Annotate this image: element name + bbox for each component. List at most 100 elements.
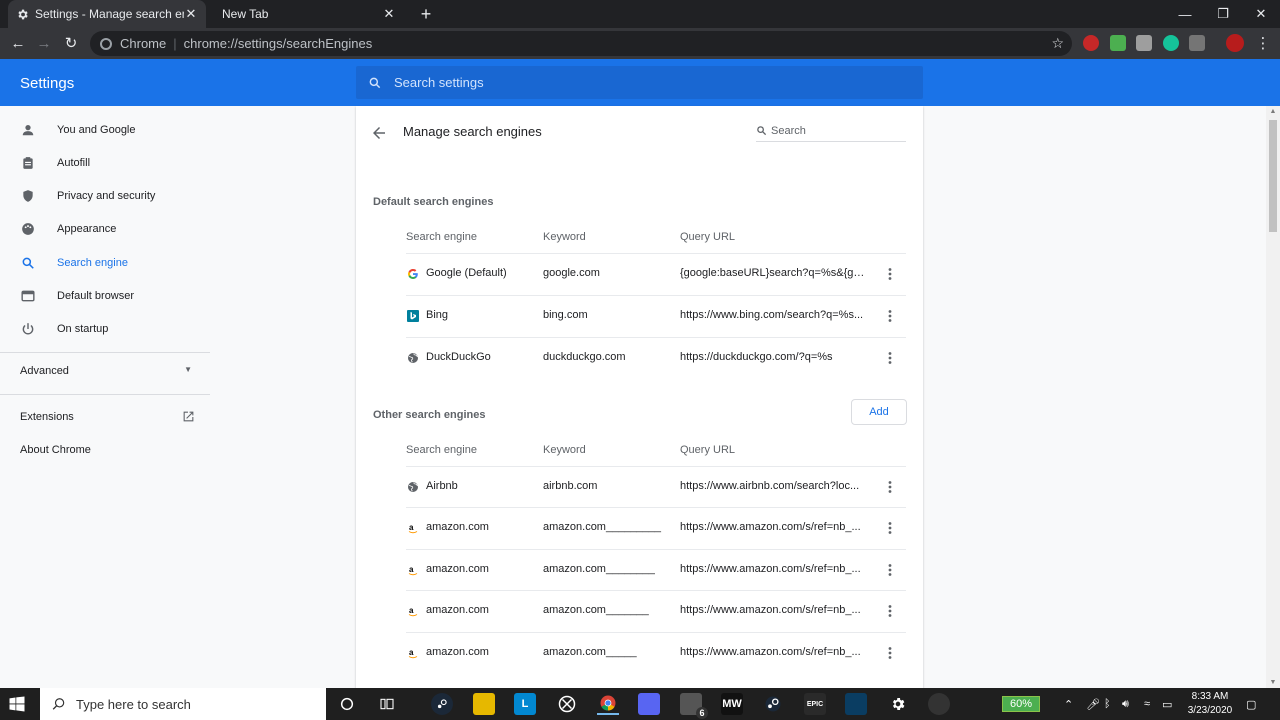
clock-date: 3/23/2020: [1187, 705, 1233, 716]
about-label: About Chrome: [20, 444, 91, 456]
maximize-button[interactable]: ❐: [1204, 0, 1242, 28]
taskbar-app-icon[interactable]: 6: [680, 693, 708, 719]
sidebar-item-privacy[interactable]: Privacy and security: [0, 180, 210, 212]
sidebar-about-chrome[interactable]: About Chrome: [20, 444, 91, 456]
browser-icon: [20, 288, 36, 304]
table-row: a amazon.com amazon.com_______ https://w…: [406, 590, 906, 631]
amazon-icon: a: [406, 604, 420, 618]
back-arrow-icon[interactable]: [370, 124, 388, 142]
task-view-icon[interactable]: [376, 693, 398, 715]
taskbar-search-box[interactable]: Type here to search: [40, 688, 326, 720]
extension-icon[interactable]: [1136, 35, 1152, 51]
volume-icon[interactable]: 🔊︎: [1122, 688, 1129, 720]
sidebar-item-label: Autofill: [57, 157, 91, 169]
back-icon[interactable]: ←: [7, 32, 29, 54]
scroll-up-icon[interactable]: ▲: [1269, 108, 1277, 115]
wifi-icon[interactable]: ≈: [1144, 688, 1150, 720]
search-settings-input[interactable]: [394, 75, 894, 90]
epic-games-icon[interactable]: EPIC: [804, 693, 826, 715]
discord-icon[interactable]: [638, 693, 660, 715]
engine-name: amazon.com: [426, 563, 489, 575]
microphone-icon[interactable]: 🎤︎: [1086, 688, 1100, 720]
minimize-button[interactable]: —: [1166, 0, 1204, 28]
clock-time: 8:33 AM: [1191, 691, 1229, 702]
tray-chevron-icon[interactable]: ⌃: [1064, 688, 1073, 720]
close-icon[interactable]: ✕: [382, 6, 396, 21]
column-header-engine: Search engine: [406, 231, 477, 243]
more-vert-icon[interactable]: [882, 350, 898, 366]
tab-settings[interactable]: Settings - Manage search engines ✕: [8, 0, 206, 28]
windows-start-icon[interactable]: [8, 695, 26, 713]
gear-icon[interactable]: [887, 693, 909, 715]
sidebar-item-search-engine[interactable]: Search engine: [0, 247, 210, 279]
engine-search-input[interactable]: [771, 124, 891, 137]
mw-icon[interactable]: MW: [721, 693, 743, 715]
search-settings-box[interactable]: [356, 66, 923, 99]
more-vert-icon[interactable]: [882, 520, 898, 536]
add-button[interactable]: Add: [851, 399, 907, 425]
table-row: Bing bing.com https://www.bing.com/searc…: [406, 295, 906, 336]
more-vert-icon[interactable]: [882, 266, 898, 282]
clipboard-icon: [20, 155, 36, 171]
engine-search-box[interactable]: [756, 120, 906, 142]
window-close-button[interactable]: ✕: [1242, 0, 1280, 28]
engine-keyword: duckduckgo.com: [543, 351, 626, 363]
tab-new-tab[interactable]: New Tab ✕: [206, 0, 406, 28]
omnibox-url: chrome://settings/searchEngines: [183, 36, 373, 51]
search-icon: [757, 126, 767, 136]
avatar[interactable]: [1226, 34, 1244, 52]
reload-icon[interactable]: ↻: [60, 32, 82, 54]
grammarly-icon[interactable]: [1163, 35, 1179, 51]
cortana-icon[interactable]: [336, 693, 358, 715]
sidebar-item-default-browser[interactable]: Default browser: [0, 280, 210, 312]
engine-name: amazon.com: [426, 521, 489, 533]
scrollbar-thumb[interactable]: [1269, 120, 1277, 232]
manage-search-engines-card: Manage search engines Default search eng…: [356, 106, 923, 688]
star-icon[interactable]: ☆: [1051, 35, 1064, 52]
more-vert-icon[interactable]: [882, 562, 898, 578]
more-vert-icon[interactable]: [882, 308, 898, 324]
xbox-icon[interactable]: [556, 693, 578, 715]
bluetooth-icon[interactable]: ᛒ: [1104, 688, 1111, 720]
chrome-taskbar-icon[interactable]: [597, 693, 619, 715]
more-vert-icon[interactable]: [882, 603, 898, 619]
page-scrollbar[interactable]: ▲ ▼: [1266, 106, 1280, 688]
close-icon[interactable]: ✕: [184, 6, 198, 21]
obs-icon[interactable]: [928, 693, 950, 715]
address-bar[interactable]: Chrome | chrome://settings/searchEngines…: [90, 31, 1072, 56]
power-tray-icon[interactable]: ▭: [1162, 688, 1172, 720]
sidebar-item-you-and-google[interactable]: You and Google: [0, 114, 210, 146]
shield-extension-icon[interactable]: [1110, 35, 1126, 51]
sidebar-advanced[interactable]: Advanced ▼: [20, 365, 192, 377]
extension-icon[interactable]: [1083, 35, 1099, 51]
taskbar-app-icon[interactable]: [845, 693, 867, 715]
more-vert-icon[interactable]: [882, 479, 898, 495]
steam-icon[interactable]: [431, 693, 453, 715]
column-header-keyword: Keyword: [543, 444, 586, 456]
search-icon: [369, 77, 381, 88]
sidebar-item-label: Appearance: [57, 223, 117, 235]
menu-icon[interactable]: ⋮: [1252, 32, 1274, 54]
person-icon: [20, 122, 36, 138]
engine-keyword: amazon.com________: [543, 563, 655, 575]
battery-indicator[interactable]: 60%: [1002, 696, 1040, 712]
notification-icon[interactable]: ▢: [1246, 688, 1256, 720]
sidebar-item-autofill[interactable]: Autofill: [0, 147, 210, 179]
open-in-new-icon: [183, 411, 194, 422]
extensions-label: Extensions: [20, 411, 74, 423]
advanced-label: Advanced: [20, 365, 69, 377]
sidebar-extensions[interactable]: Extensions: [20, 411, 195, 423]
new-tab-button[interactable]: +: [416, 4, 436, 24]
scroll-down-icon[interactable]: ▼: [1269, 679, 1277, 686]
taskbar-clock[interactable]: 8:33 AM 3/23/2020: [1180, 690, 1240, 718]
sidebar-item-appearance[interactable]: Appearance: [0, 213, 210, 245]
extension-icon[interactable]: [1189, 35, 1205, 51]
search-icon: [52, 698, 65, 710]
more-vert-icon[interactable]: [882, 645, 898, 661]
steam-icon[interactable]: [762, 693, 784, 715]
sidebar-item-on-startup[interactable]: On startup: [0, 313, 210, 345]
forward-icon[interactable]: →: [33, 32, 55, 54]
sidebar-item-label: Privacy and security: [57, 190, 156, 202]
file-explorer-icon[interactable]: [473, 693, 495, 715]
app-l-icon[interactable]: L: [514, 693, 536, 715]
